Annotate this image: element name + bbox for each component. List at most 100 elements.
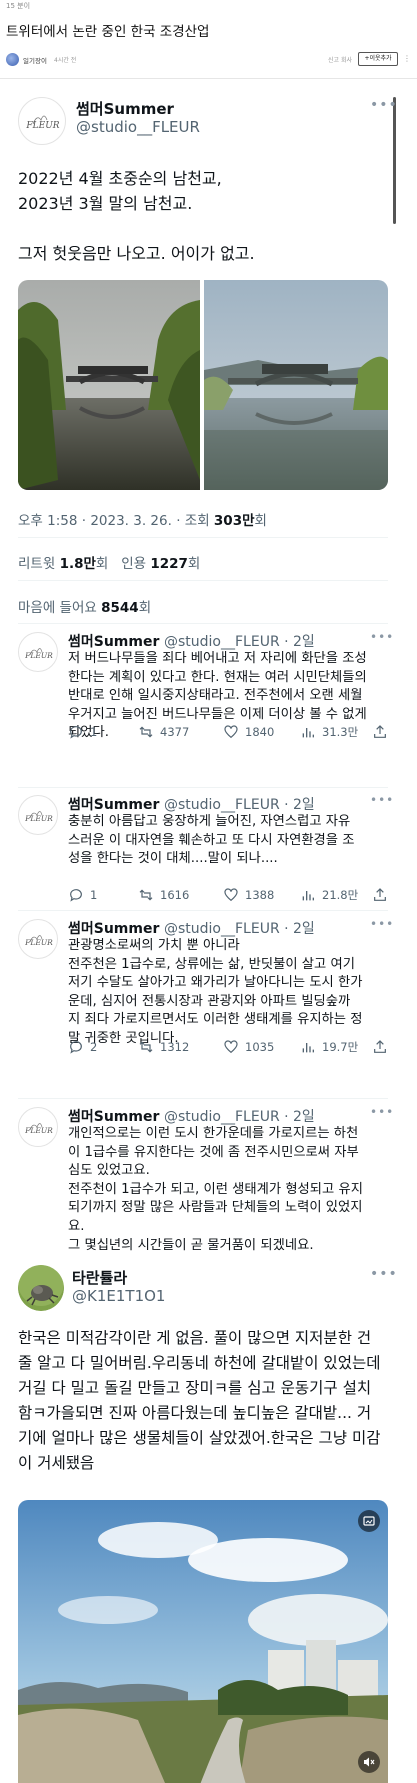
- reply-count: 1: [90, 725, 98, 739]
- reply-text: 충분히 아름답고 웅장하게 늘어진, 자연스럽고 자유 스러운 이 대자연을 훼…: [68, 814, 355, 867]
- views-count: 21.8만: [322, 888, 359, 902]
- heart-icon: [224, 888, 238, 902]
- views-count: 19.7만: [322, 1040, 359, 1054]
- heart-icon: [224, 1040, 238, 1054]
- mute-icon[interactable]: [358, 1751, 380, 1773]
- reply-author-handle[interactable]: @studio__FLEUR · 2일: [164, 631, 315, 651]
- second-author-handle[interactable]: @K1E1T1O1: [72, 1287, 165, 1305]
- divider: [18, 910, 388, 911]
- reply-button[interactable]: 1: [68, 885, 97, 905]
- like-button[interactable]: 1388: [223, 885, 274, 905]
- reply-text: 개인적으로는 이런 도시 한가운데를 가로지르는 하천 이 1급수를 유지한다는…: [68, 1126, 363, 1253]
- divider: [18, 787, 388, 788]
- photo-2022[interactable]: [18, 280, 200, 490]
- like-button[interactable]: 1840: [223, 722, 274, 742]
- share-button[interactable]: [372, 722, 394, 742]
- reply-action-bar: 1 4377 1840 31.3만: [68, 722, 388, 742]
- reply-tweet[interactable]: FLEUR 썸머Summer @studio__FLEUR · 2일 ••• 충…: [18, 793, 393, 908]
- reply-avatar[interactable]: FLEUR: [18, 919, 58, 959]
- reply-action-bar: 2 1312 1035 19.7만: [68, 1037, 388, 1057]
- retweet-count: 1312: [160, 1040, 190, 1054]
- reply-tweet[interactable]: FLEUR 썸머Summer @studio__FLEUR · 2일 ••• 개…: [18, 1105, 393, 1265]
- main-timestamp[interactable]: 오후 1:58 · 2023. 3. 26. · 조회: [18, 513, 214, 529]
- subscribe-button[interactable]: +이웃추가: [358, 52, 398, 66]
- views-count: 31.3만: [322, 725, 359, 739]
- top-counter: 15 분이: [6, 2, 31, 10]
- share-button[interactable]: [372, 1037, 394, 1057]
- retweets-stat[interactable]: 리트윗 1.8만회: [18, 556, 108, 572]
- divider: [18, 623, 388, 624]
- views-button[interactable]: 19.7만: [300, 1037, 358, 1057]
- reply-icon: [70, 889, 82, 902]
- views-button[interactable]: 21.8만: [300, 885, 358, 905]
- reply-button[interactable]: 2: [68, 1037, 97, 1057]
- scrollbar-thumb[interactable]: [393, 97, 396, 224]
- reply-text: 관광명소로써의 가치 뿐 아니라 전주천은 1급수로, 상류에는 삶, 반딧불이…: [68, 938, 363, 1046]
- more-icon[interactable]: ⋮: [403, 54, 411, 63]
- reply-avatar[interactable]: FLEUR: [18, 795, 58, 835]
- avatar-logo-text: FLEUR: [24, 651, 53, 660]
- retweet-button[interactable]: 4377: [138, 722, 189, 742]
- reply-author-name[interactable]: 썸머Summer: [68, 794, 159, 814]
- share-icon: [374, 1040, 386, 1053]
- views-button[interactable]: 31.3만: [300, 722, 358, 742]
- likes-stat[interactable]: 마음에 들어요 8544회: [18, 596, 151, 616]
- reply-more-icon[interactable]: •••: [370, 1105, 394, 1119]
- reply-icon: [70, 1041, 82, 1054]
- like-count: 1035: [245, 1040, 275, 1054]
- main-timestamp-row: 오후 1:58 · 2023. 3. 26. · 조회 303만회: [18, 509, 267, 529]
- reply-more-icon[interactable]: •••: [370, 917, 394, 931]
- avatar-logo-text: FLEUR: [25, 121, 59, 131]
- reply-tweet[interactable]: FLEUR 썸머Summer @studio__FLEUR · 2일 ••• 저…: [18, 630, 393, 785]
- retweet-icon: [139, 1041, 153, 1053]
- author-name[interactable]: 일기장이: [23, 55, 47, 65]
- quotes-stat[interactable]: 인용 1227회: [121, 556, 200, 572]
- like-button[interactable]: 1035: [223, 1037, 274, 1057]
- gif-icon[interactable]: [358, 1510, 380, 1532]
- author-avatar[interactable]: [6, 53, 19, 66]
- reply-author-handle[interactable]: @studio__FLEUR · 2일: [164, 1106, 315, 1126]
- views-icon: [302, 891, 314, 901]
- report-link[interactable]: 신고 회사: [328, 55, 352, 64]
- views-unit: 회: [254, 513, 267, 529]
- main-author-handle[interactable]: @studio__FLEUR: [76, 118, 200, 136]
- retweet-count: 1616: [160, 888, 190, 902]
- second-avatar[interactable]: [18, 1265, 64, 1311]
- reply-author-name[interactable]: 썸머Summer: [68, 631, 159, 651]
- avatar-logo-text: FLEUR: [24, 1126, 53, 1135]
- reply-action-bar: 1 1616 1388 21.8만: [68, 885, 388, 905]
- retweet-button[interactable]: 1312: [138, 1037, 189, 1057]
- reply-icon: [70, 726, 82, 739]
- main-photo-grid[interactable]: [18, 280, 388, 490]
- reply-author-name[interactable]: 썸머Summer: [68, 918, 159, 938]
- divider: [18, 1098, 388, 1099]
- main-avatar[interactable]: FLEUR: [18, 97, 66, 145]
- like-count: 1840: [245, 725, 275, 739]
- reply-more-icon[interactable]: •••: [370, 630, 394, 644]
- reply-avatar[interactable]: FLEUR: [18, 1107, 58, 1147]
- main-author-name[interactable]: 썸머Summer: [76, 98, 174, 119]
- reply-button[interactable]: 1: [68, 722, 97, 742]
- views-icon: [302, 1043, 314, 1053]
- reply-author-name[interactable]: 썸머Summer: [68, 1106, 159, 1126]
- like-count: 1388: [245, 888, 275, 902]
- second-author-name[interactable]: 타란튤라: [72, 1267, 127, 1288]
- second-more-icon[interactable]: •••: [370, 1266, 398, 1282]
- second-tweet-video[interactable]: [18, 1500, 388, 1783]
- main-more-icon[interactable]: •••: [370, 97, 398, 113]
- divider: [18, 580, 388, 581]
- share-icon: [374, 725, 386, 738]
- reply-author-handle[interactable]: @studio__FLEUR · 2일: [164, 794, 315, 814]
- reply-more-icon[interactable]: •••: [370, 793, 394, 807]
- reply-author-handle[interactable]: @studio__FLEUR · 2일: [164, 918, 315, 938]
- reply-count: 2: [90, 1040, 98, 1054]
- share-button[interactable]: [372, 885, 394, 905]
- page-title: 트위터에서 논란 중인 한국 조경산업: [6, 24, 210, 40]
- stats-row: 리트윗 1.8만회 인용 1227회: [18, 552, 200, 572]
- share-icon: [374, 888, 386, 901]
- reply-avatar[interactable]: FLEUR: [18, 632, 58, 672]
- post-meta: 일기장이 4시간 전 신고 회사 +이웃추가 ⋮: [6, 52, 411, 68]
- photo-2023[interactable]: [204, 280, 388, 490]
- retweet-button[interactable]: 1616: [138, 885, 189, 905]
- reply-tweet[interactable]: FLEUR 썸머Summer @studio__FLEUR · 2일 ••• 관…: [18, 917, 393, 1102]
